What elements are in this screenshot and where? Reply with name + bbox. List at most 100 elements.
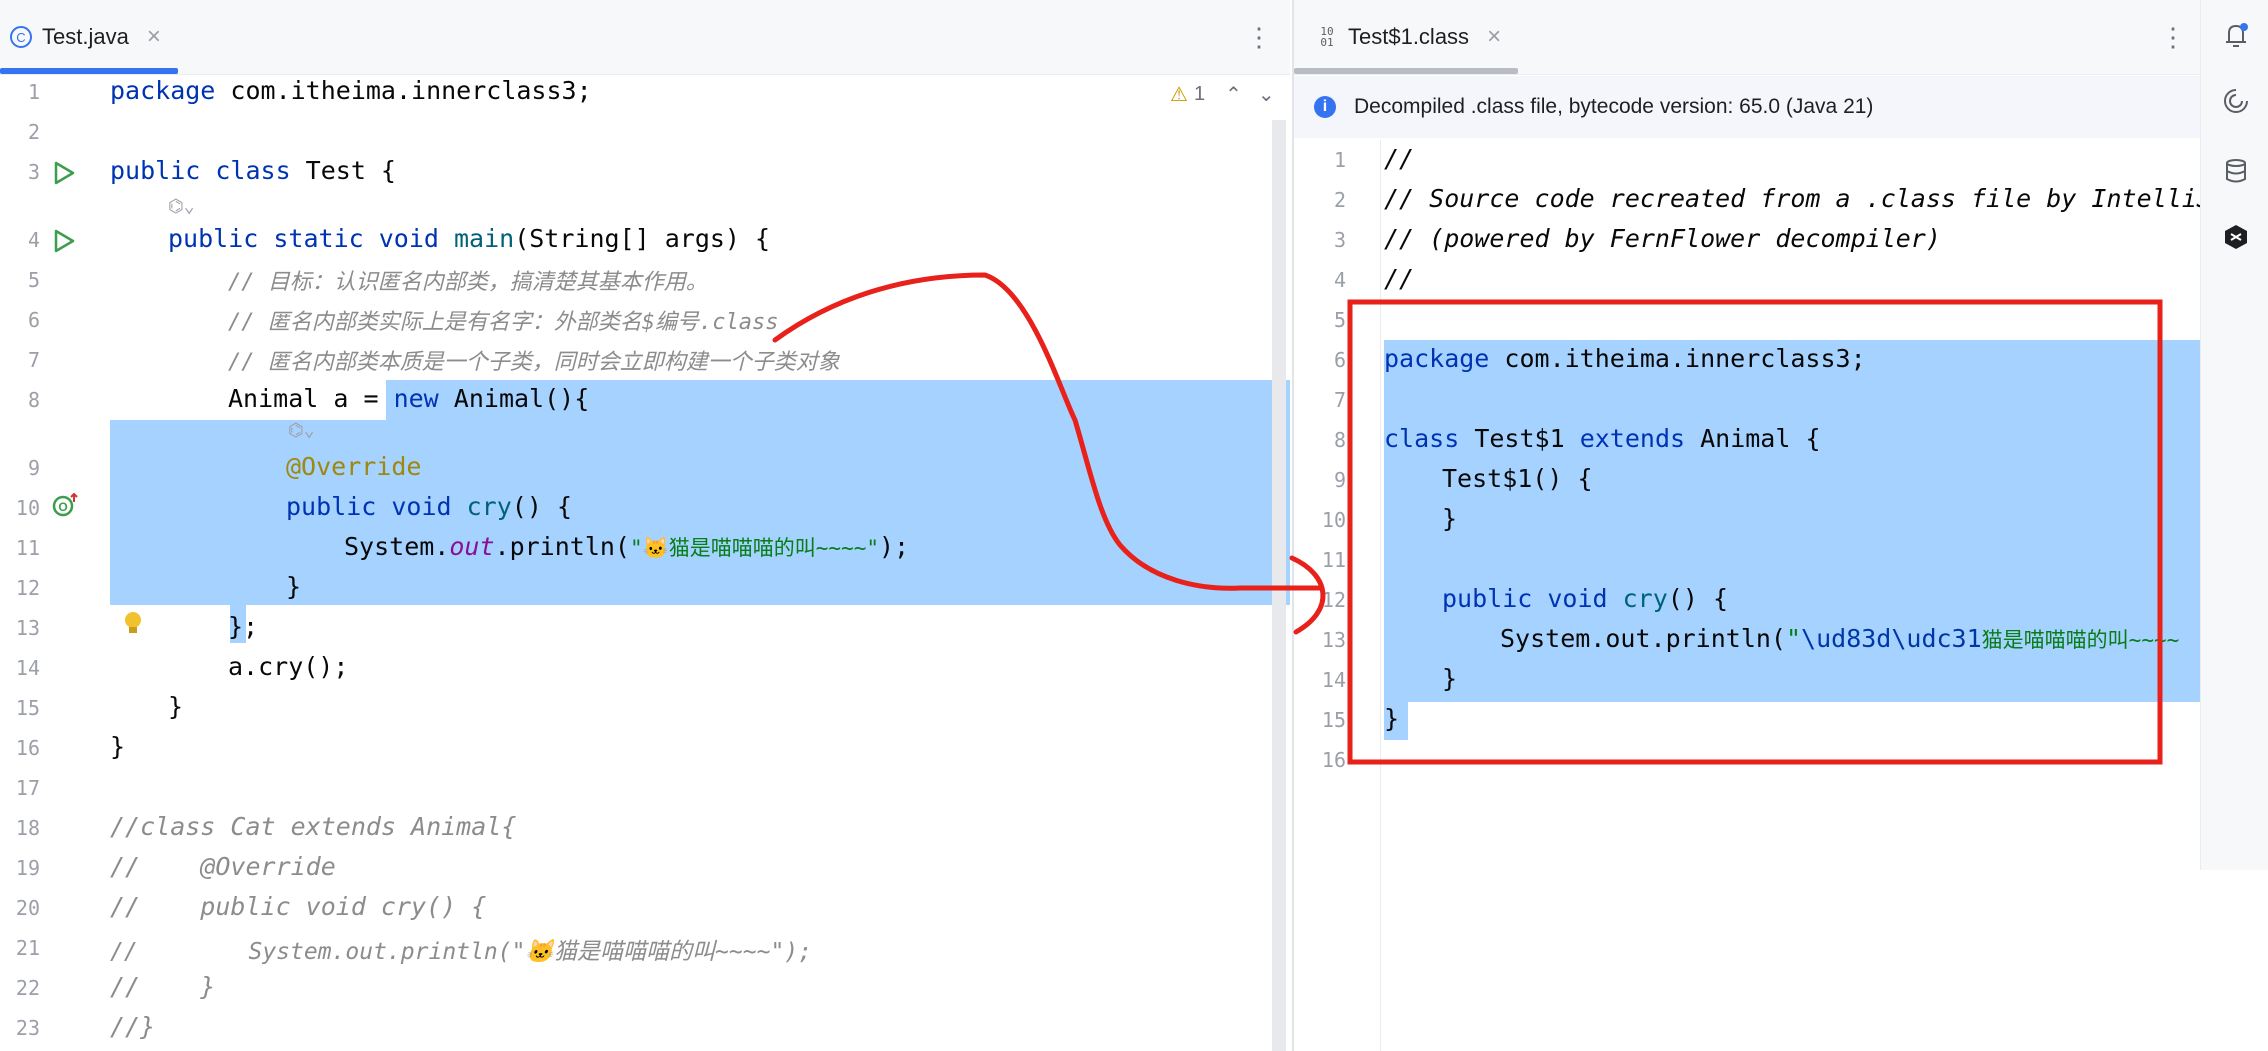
line-number: 9 xyxy=(1333,468,1346,492)
chevron-down-icon[interactable]: ⌄ xyxy=(1258,82,1275,107)
line-number: 16 xyxy=(15,736,40,760)
line-number: 7 xyxy=(1333,388,1346,412)
code-line-1: // xyxy=(1384,144,1415,173)
line-number: 4 xyxy=(1333,268,1346,292)
line-number-gutter: 1 2 3 4 5 6 7 8 9 10 11 12 13 14 15 16 17 18 19 20 21 22 23 xyxy=(0,74,100,1051)
line-number: 13 xyxy=(1321,628,1346,652)
ai-hint-icon[interactable]: ⌬⌄ xyxy=(168,196,195,217)
info-icon: i xyxy=(1314,96,1336,118)
code-line-7: // 匿名内部类本质是一个子类，同时会立即构建一个子类对象 xyxy=(228,350,840,375)
code-line-4: public static void main(String[] args) { xyxy=(168,224,771,253)
code-line-6: // 匿名内部类实际上是有名字：外部类名$编号.class xyxy=(228,310,779,335)
code-line-6: package com.itheima.innerclass3; xyxy=(1384,344,1866,373)
code-line-1: package com.itheima.innerclass3; xyxy=(110,76,592,105)
line-number: 18 xyxy=(15,816,40,840)
tab-indicator xyxy=(1294,68,1518,74)
warning-count: 1 xyxy=(1193,83,1206,105)
close-icon[interactable]: × xyxy=(1487,23,1501,51)
line-number: 14 xyxy=(1321,668,1346,692)
line-number: 22 xyxy=(15,976,40,1000)
line-number: 9 xyxy=(27,456,40,480)
ai-hint-icon[interactable]: ⌬⌄ xyxy=(288,420,315,441)
code-line-19: // @Override xyxy=(110,852,336,881)
code-line-9: Test$1() { xyxy=(1442,464,1593,493)
code-line-14: } xyxy=(1442,664,1458,693)
line-number: 13 xyxy=(15,616,40,640)
tab-label: Test.java xyxy=(42,24,129,49)
svg-text:C: C xyxy=(16,30,25,45)
line-number: 10 xyxy=(15,496,40,520)
line-number: 6 xyxy=(1333,348,1346,372)
line-number: 6 xyxy=(27,308,40,332)
line-number: 3 xyxy=(1333,228,1346,252)
vertical-scrollbar[interactable] xyxy=(1272,120,1286,1051)
binary-class-icon: 10 01 xyxy=(1320,25,1334,49)
ai-assistant-icon[interactable] xyxy=(2221,86,2251,116)
code-line-22: // } xyxy=(110,972,216,1001)
banner-text: Decompiled .class file, bytecode version… xyxy=(1354,95,1874,118)
code-line-5: // 目标：认识匿名内部类，搞清楚其基本作用。 xyxy=(228,270,708,295)
code-line-12: } xyxy=(286,572,302,601)
run-icon[interactable] xyxy=(52,228,76,258)
line-number: 1 xyxy=(27,80,40,104)
line-number: 23 xyxy=(15,1016,40,1040)
lightbulb-icon[interactable] xyxy=(122,610,144,642)
code-line-9: @Override xyxy=(286,452,422,481)
code-line-18: //class Cat extends Animal{ xyxy=(110,812,517,841)
run-icon[interactable] xyxy=(52,160,76,190)
more-options-icon[interactable]: ⋮ xyxy=(1246,22,1272,53)
code-line-20: // public void cry() { xyxy=(110,892,487,921)
tab-test-java[interactable]: C Test.java × xyxy=(8,0,161,74)
line-number: 12 xyxy=(15,576,40,600)
line-number: 11 xyxy=(15,536,40,560)
line-number: 12 xyxy=(1321,588,1346,612)
code-line-12: public void cry() { xyxy=(1442,584,1729,613)
line-number: 4 xyxy=(27,228,40,252)
database-icon[interactable] xyxy=(2221,156,2251,186)
code-line-11: System.out.println("🐱猫是喵喵喵的叫~~~~"); xyxy=(344,532,910,561)
tab-label: Test$1.class xyxy=(1348,24,1470,49)
tab-test1-class[interactable]: 10 01 Test$1.class × xyxy=(1314,0,1501,74)
code-line-15: } xyxy=(1384,704,1400,733)
plugin-icon[interactable] xyxy=(2221,222,2251,252)
line-number: 5 xyxy=(27,268,40,292)
code-line-4: // xyxy=(1384,264,1415,293)
line-number: 10 xyxy=(1321,508,1346,532)
code-line-13: }; xyxy=(228,612,259,641)
line-number: 19 xyxy=(15,856,40,880)
code-line-21: // System.out.println("🐱猫是喵喵喵的叫~~~~"); xyxy=(110,939,812,965)
left-tab-bar: C Test.java × ⋮ xyxy=(0,0,1290,75)
line-number: 5 xyxy=(1333,308,1346,332)
code-line-16: } xyxy=(110,732,126,761)
close-icon[interactable]: × xyxy=(147,23,161,51)
notifications-icon[interactable] xyxy=(2221,20,2251,50)
code-line-14: a.cry(); xyxy=(228,652,349,681)
right-tab-bar: 10 01 Test$1.class × ⋮ xyxy=(1294,0,2200,75)
inspection-widget[interactable]: ⚠ 1 ⌃ ⌄ xyxy=(1170,82,1275,107)
line-number: 20 xyxy=(15,896,40,920)
line-number: 2 xyxy=(1333,188,1346,212)
code-line-10: public void cry() { xyxy=(286,492,573,521)
more-options-icon[interactable]: ⋮ xyxy=(2160,22,2186,53)
gutter-divider xyxy=(1380,140,1381,1051)
code-line-13: System.out.println("\ud83d\udc31猫是喵喵喵的叫~… xyxy=(1500,624,2180,653)
java-class-icon: C xyxy=(8,24,34,50)
line-number: 15 xyxy=(1321,708,1346,732)
line-number: 8 xyxy=(1333,428,1346,452)
line-number: 1 xyxy=(1333,148,1346,172)
line-number: 2 xyxy=(27,120,40,144)
code-line-8: Animal a = new Animal(){ xyxy=(228,384,590,413)
line-number: 3 xyxy=(27,160,40,184)
line-number: 15 xyxy=(15,696,40,720)
code-line-3: public class Test { xyxy=(110,156,396,185)
code-line-23: //} xyxy=(110,1012,156,1041)
svg-text:O: O xyxy=(58,500,67,514)
override-method-icon[interactable]: O xyxy=(52,492,80,522)
left-editor: C Test.java × ⋮ ⚠ 1 ⌃ ⌄ 1 2 3 4 5 6 7 8 9 10 11 12 1… xyxy=(0,0,1290,1051)
code-line-2: // Source code recreated from a .class f… xyxy=(1384,184,2212,213)
code-line-3: // (powered by FernFlower decompiler) xyxy=(1384,224,1941,253)
line-number: 11 xyxy=(1321,548,1346,572)
code-line-15: } xyxy=(168,692,184,721)
line-number: 17 xyxy=(15,776,40,800)
chevron-up-icon[interactable]: ⌃ xyxy=(1225,82,1242,107)
